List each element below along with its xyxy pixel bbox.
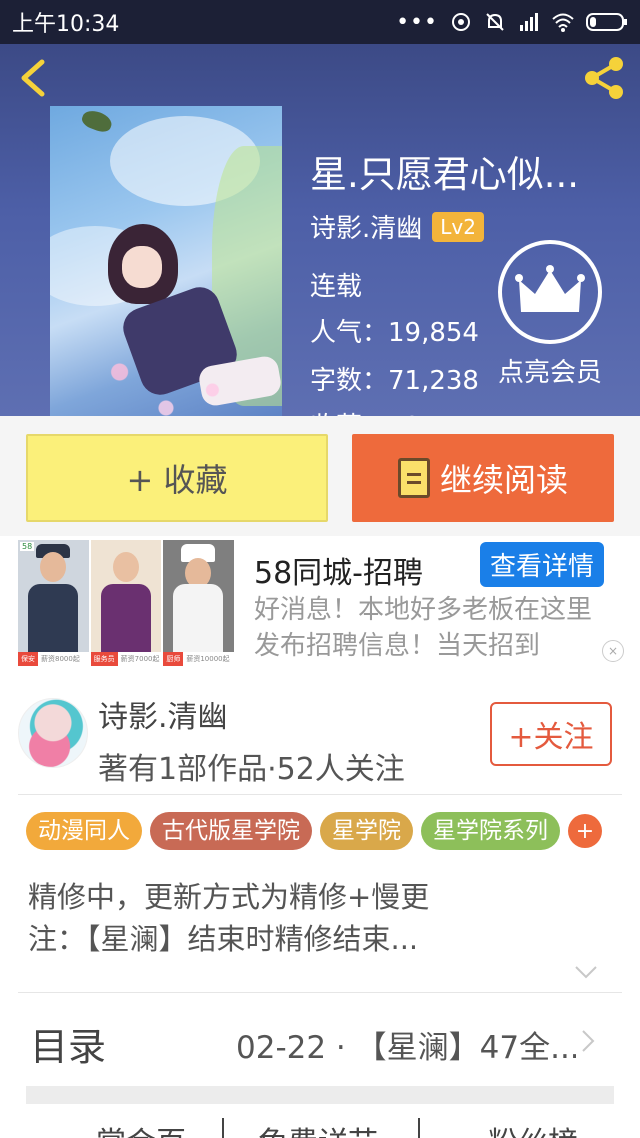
author-name[interactable]: 诗影.清幽 — [98, 692, 228, 736]
ad-images: 保安 薪资8000起 58 服务员 薪资7000起 厨师 薪资10000起 — [18, 540, 235, 666]
ad-image-guard: 保安 薪资8000起 58 — [18, 540, 89, 666]
share-icon[interactable] — [580, 54, 628, 102]
add-tag-button[interactable]: + — [568, 814, 602, 848]
status-icons: ••• — [396, 10, 628, 35]
book-status: 连载 — [310, 272, 363, 302]
status-dots: ••• — [396, 9, 438, 35]
bottom-item-2[interactable]: 免费详节 — [258, 1118, 378, 1138]
tag-list: 动漫同人 古代版星学院 星学院 星学院系列 + — [26, 812, 602, 850]
wifi-icon — [552, 13, 574, 32]
ad-image-chef: 厨师 薪资10000起 — [163, 540, 235, 666]
tag-item[interactable]: 星学院 — [320, 812, 413, 850]
ad-title: 58同城-招聘 — [254, 556, 423, 591]
action-bar: + 收藏 继续阅读 — [0, 416, 640, 536]
level-badge: Lv2 — [432, 211, 484, 242]
mute-bell-icon — [486, 13, 504, 31]
ad-58-badge: 58 — [20, 542, 35, 551]
catalog-latest-chapter: 02-22 · 【星澜】47全... — [236, 1030, 576, 1066]
book-cover-image — [50, 106, 282, 416]
continue-reading-button[interactable]: 继续阅读 — [352, 434, 614, 522]
continue-reading-label: 继续阅读 — [439, 461, 568, 499]
tag-item[interactable]: 星学院系列 — [421, 812, 560, 850]
section-spacer — [26, 1086, 614, 1104]
book-detail-screen: 上午10:34 ••• 星.只愿君心似... 诗影.清幽 Lv2 连载 人气：1… — [0, 0, 640, 1138]
book-icon — [397, 458, 430, 498]
book-author[interactable]: 诗影.清幽 — [310, 208, 422, 245]
close-icon[interactable]: × — [602, 640, 624, 662]
book-collect-count: 收藏：121 — [310, 406, 438, 416]
status-bar: 上午10:34 ••• — [0, 0, 640, 44]
catalog-row[interactable]: 目录 02-22 · 【星澜】47全... — [0, 996, 640, 1086]
divider — [18, 992, 622, 993]
book-title: 星.只愿君心似... — [310, 153, 580, 196]
favorite-button[interactable]: + 收藏 — [26, 434, 328, 522]
author-row: 诗影.清幽 Lv2 — [310, 208, 484, 245]
crown-icon — [498, 240, 602, 344]
author-card: 诗影.清幽 著有1部作品·52人关注 +关注 — [0, 668, 640, 794]
chevron-right-icon — [582, 1030, 595, 1052]
bottom-item-3[interactable]: 粉丝榜 — [488, 1118, 578, 1138]
status-time: 上午10:34 — [12, 12, 120, 37]
vip-button[interactable]: 点亮会员 — [488, 240, 612, 389]
ad-banner[interactable]: 保安 薪资8000起 58 服务员 薪资7000起 厨师 薪资10000起 58同城-… — [0, 536, 640, 668]
ad-image-waitress: 服务员 薪资7000起 — [90, 540, 162, 666]
avatar[interactable] — [18, 698, 88, 768]
ad-description: 好消息！本地好多老板在这里发布招聘信息！当天招到 — [254, 595, 593, 661]
book-popularity: 人气：19,854 — [310, 318, 479, 348]
bottom-item-1[interactable]: 掌会页 — [96, 1118, 186, 1138]
battery-icon — [586, 13, 627, 31]
description-line-2: 注：【星澜】结束时精修结束... — [28, 922, 419, 956]
author-stats: 著有1部作品·52人关注 — [98, 752, 405, 787]
tag-item[interactable]: 古代版星学院 — [150, 812, 312, 850]
book-description[interactable]: 精修中，更新方式为精修+慢更 注：【星澜】结束时精修结束... — [28, 876, 429, 960]
tag-item[interactable]: 动漫同人 — [26, 812, 142, 850]
divider — [18, 794, 622, 795]
description-line-1: 精修中，更新方式为精修+慢更 — [28, 880, 430, 914]
bottom-tabs: 掌会页 免费详节 粉丝榜 — [0, 1104, 640, 1138]
back-arrow-icon[interactable] — [16, 58, 52, 98]
hotspot-icon — [452, 13, 470, 31]
ad-detail-button[interactable]: 查看详情 — [480, 542, 605, 587]
signal-icon — [520, 13, 538, 31]
vip-label: 点亮会员 — [497, 358, 602, 388]
book-word-count: 字数：71,238 — [310, 366, 479, 396]
book-header: 星.只愿君心似... 诗影.清幽 Lv2 连载 人气：19,854 字数：71,… — [0, 44, 640, 416]
follow-button[interactable]: +关注 — [490, 702, 612, 766]
chevron-down-icon[interactable] — [574, 964, 598, 980]
catalog-label: 目录 — [30, 1025, 107, 1069]
